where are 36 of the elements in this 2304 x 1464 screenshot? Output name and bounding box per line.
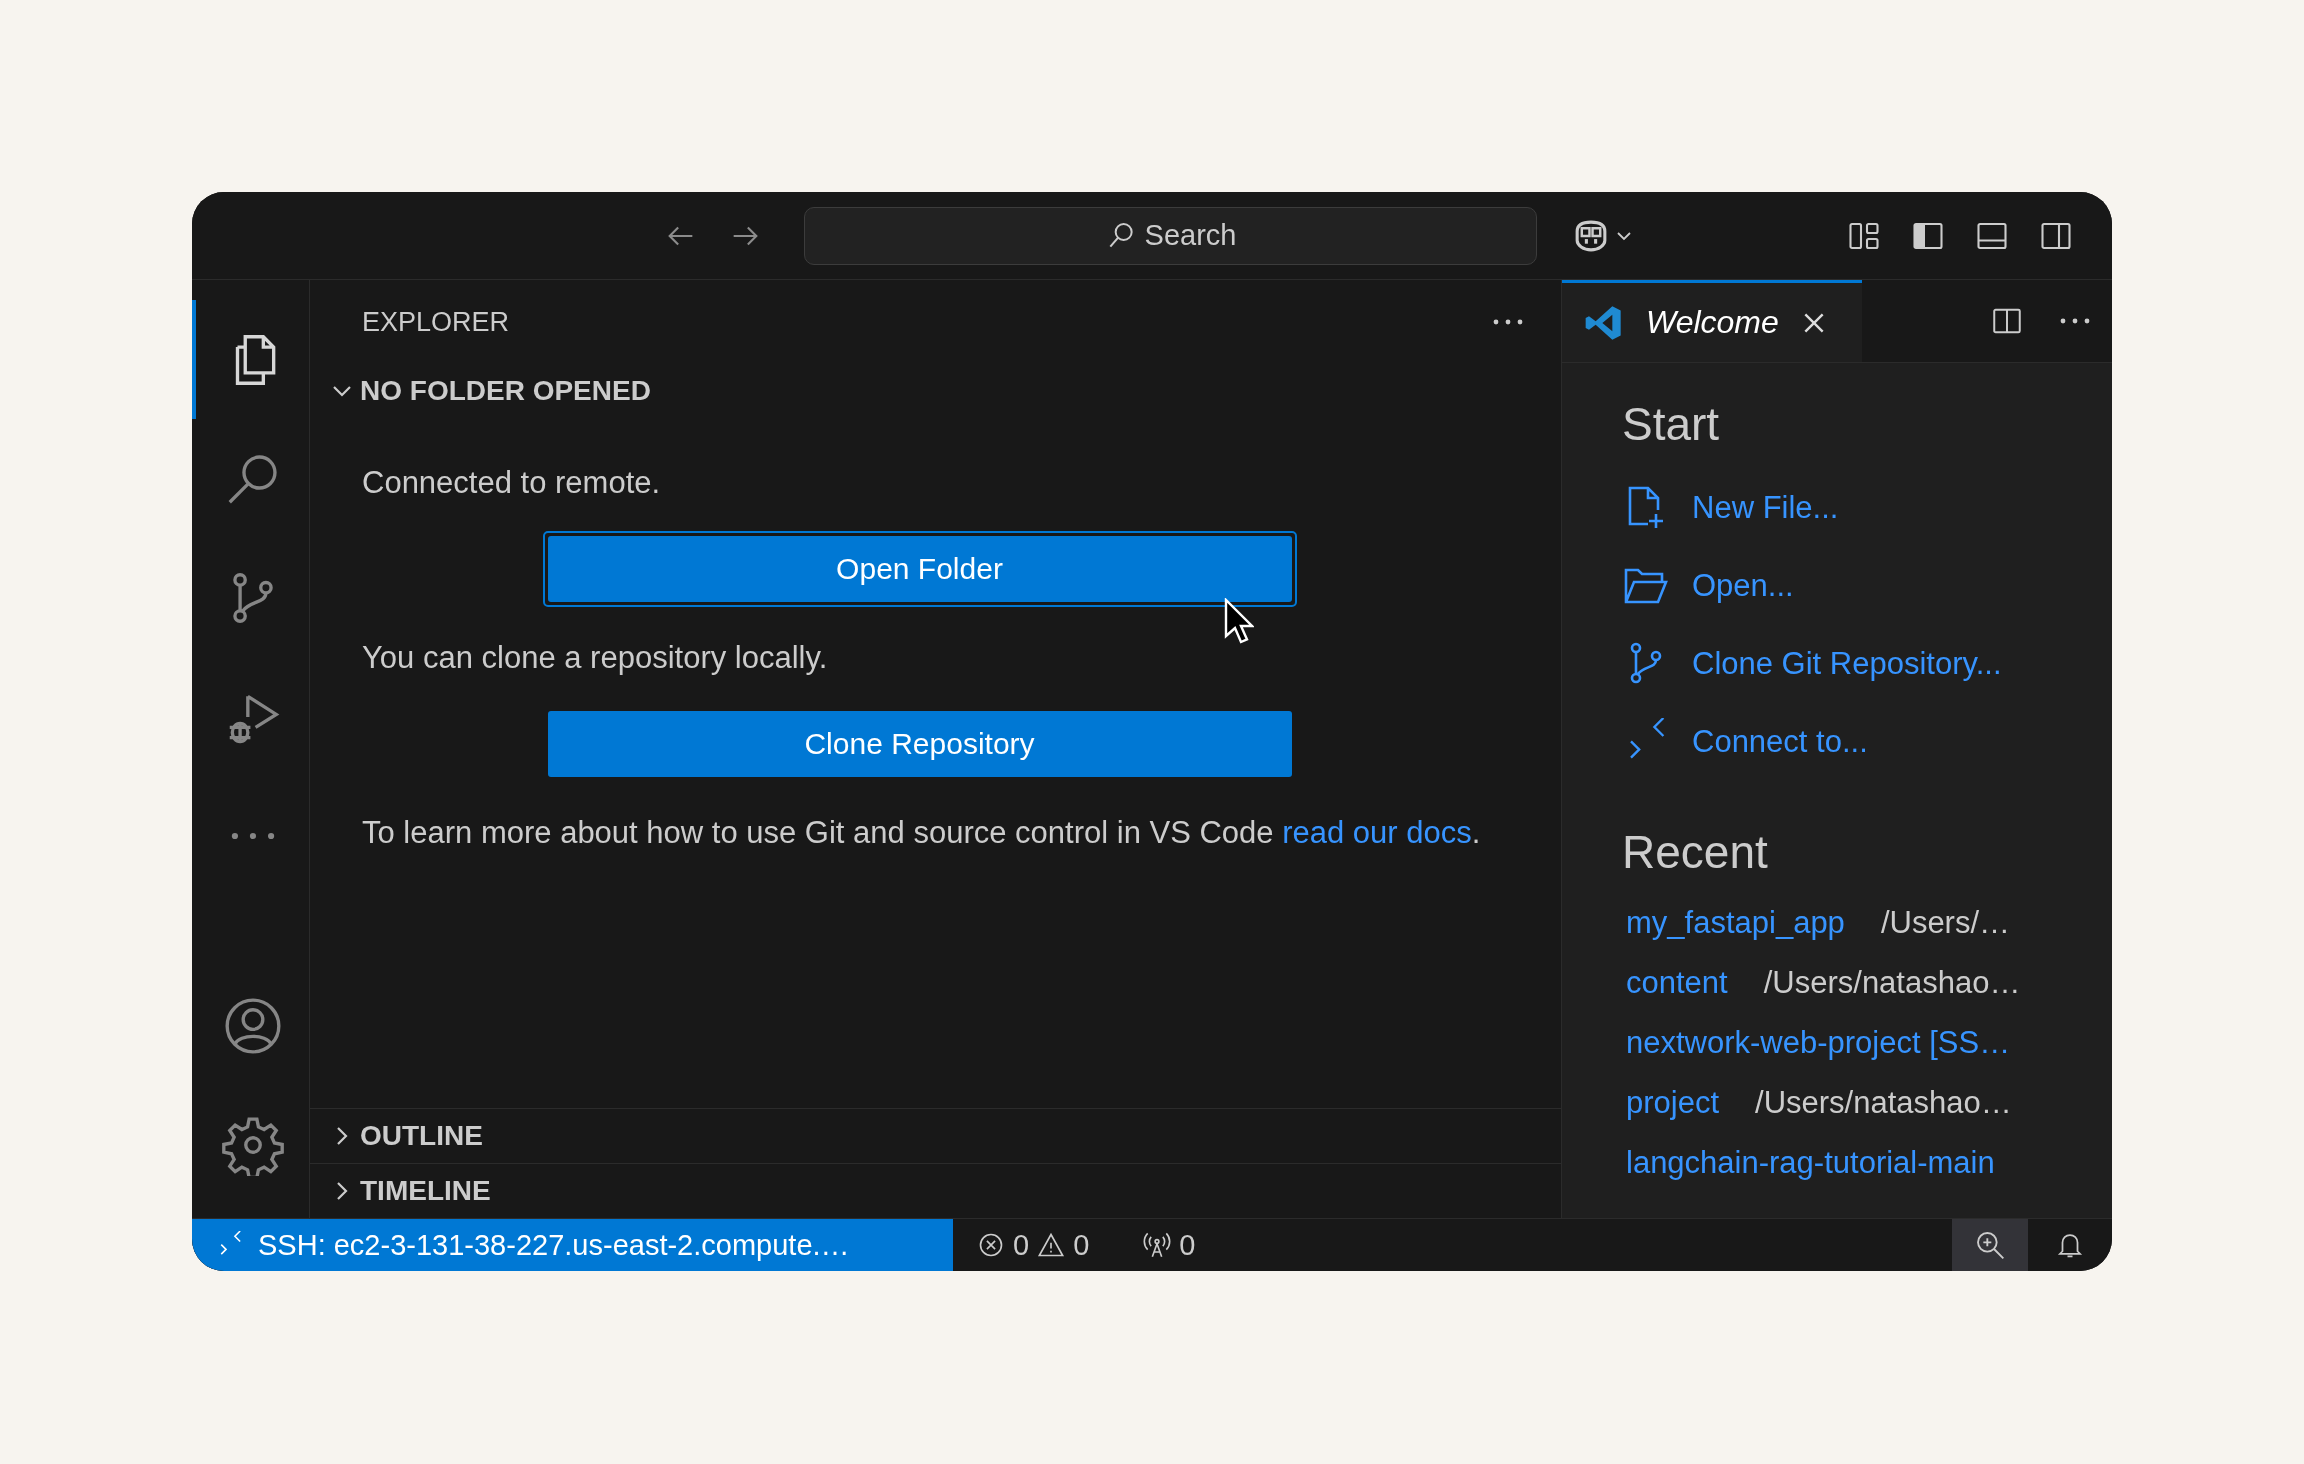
start-link[interactable]: New File... [1692, 490, 1839, 526]
action-button[interactable]: Open Folder [547, 536, 1292, 602]
recent-project-link[interactable]: nextwork-web-project [SS… [1626, 1025, 2011, 1061]
zoom-button[interactable] [1952, 1219, 2028, 1271]
error-icon [977, 1231, 1005, 1259]
more-actions-icon[interactable] [1491, 317, 1525, 327]
search-field[interactable]: Search [804, 206, 1537, 265]
message-text: You can clone a repository locally. [362, 639, 828, 677]
section-header[interactable]: OUTLINE [310, 1108, 1561, 1163]
action-button[interactable]: Clone Repository [547, 711, 1292, 777]
section-header[interactable]: NO FOLDER OPENED [310, 366, 1561, 416]
problems-status-button[interactable]: 0 0 [977, 1228, 1090, 1262]
recent-project-link[interactable]: project [1626, 1085, 1720, 1121]
start-link[interactable]: Clone Git Repository... [1692, 646, 2002, 682]
recent-project-link[interactable]: my_fastapi_app [1626, 905, 1845, 941]
recent-project-path: /Users/natashao… [1763, 965, 2021, 1001]
message-text: Connected to remote. [362, 464, 661, 502]
more-actions-icon[interactable] [2058, 316, 2092, 326]
message-text: To learn more about how to use Git and source control in VS Code read our docs. [362, 814, 1481, 852]
recent-project-link[interactable]: langchain-rag-tutorial-main [1626, 1145, 1995, 1181]
recent-heading: Recent [1622, 825, 1769, 879]
recent-project-path: /Users/… [1880, 905, 2011, 941]
explorer-title: EXPLORER [362, 306, 510, 338]
warning-icon [1037, 1231, 1066, 1259]
recent-project-link[interactable]: content [1626, 965, 1728, 1001]
start-link[interactable]: Open... [1692, 568, 1794, 604]
zoom-in-icon [1974, 1229, 2006, 1261]
ports-status-button[interactable]: 0 [1143, 1228, 1196, 1262]
docs-link[interactable]: read our docs [1282, 815, 1472, 850]
recent-project-path: /Users/natashao… [1755, 1085, 2012, 1121]
start-heading: Start [1622, 397, 1721, 451]
remote-status-button[interactable]: SSH: ec2-3-131-38-227.us-east-2.compute.… [192, 1219, 953, 1271]
start-link[interactable]: Connect to... [1692, 724, 1868, 760]
mouse-pointer-icon [1224, 598, 1254, 644]
antenna-icon [1143, 1231, 1172, 1259]
editor-tab[interactable]: Welcome [1562, 280, 1862, 362]
